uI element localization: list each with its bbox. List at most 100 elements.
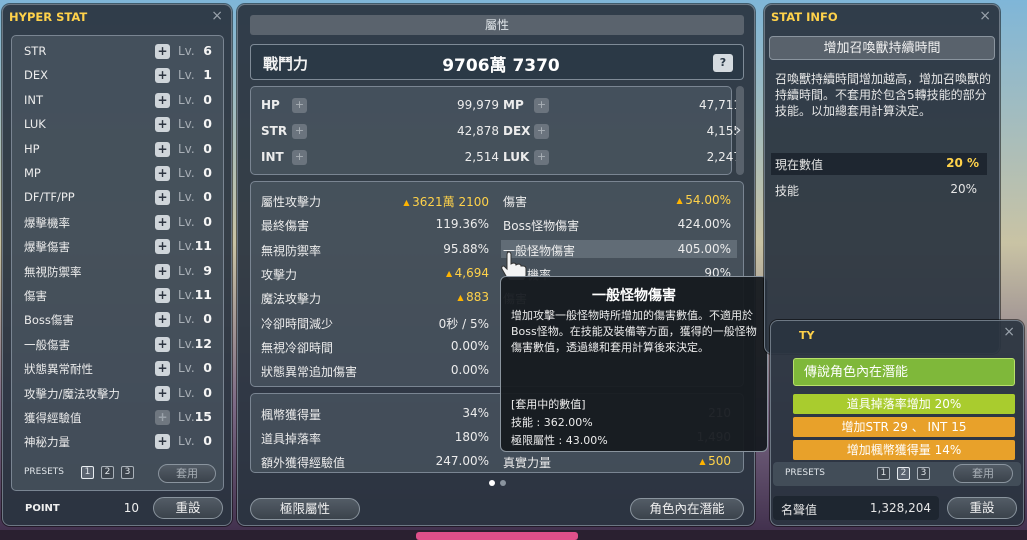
base-stat-label: INT bbox=[261, 150, 284, 164]
preset-1-button[interactable]: 1 bbox=[877, 467, 890, 480]
plus-icon[interactable]: + bbox=[155, 141, 170, 157]
preset-3-button[interactable]: 3 bbox=[917, 467, 930, 480]
combat-stat-value: 0.00% bbox=[450, 363, 489, 378]
tooltip-applied-header: [套用中的數值] bbox=[511, 398, 586, 411]
misc-stat-label: 額外獲得經驗值 bbox=[261, 456, 346, 470]
point-value: 10 bbox=[123, 501, 139, 515]
apply-preset-button[interactable]: 套用 bbox=[158, 464, 216, 483]
base-stat-value: 99,979 bbox=[457, 98, 499, 112]
hyper-stat-name: 爆擊傷害 bbox=[24, 240, 70, 255]
hyper-stat-level: 0 bbox=[203, 384, 212, 400]
inner-ability-button[interactable]: 角色內在潛能 bbox=[630, 498, 744, 520]
misc-stat-value: 34% bbox=[462, 406, 489, 420]
hyper-stat-title: HYPER STAT bbox=[9, 10, 88, 24]
hyper-stat-level: 0 bbox=[203, 360, 212, 376]
misc-stat-label: 真實力量 bbox=[503, 456, 552, 470]
hyper-stat-level: 0 bbox=[203, 116, 212, 132]
hyper-stat-level: 6 bbox=[203, 43, 212, 58]
base-stat-value: 2,247 bbox=[706, 150, 741, 164]
page-dot-active[interactable] bbox=[489, 480, 495, 486]
base-stat-label: DEX bbox=[503, 124, 531, 138]
preset-2-button[interactable]: 2 bbox=[101, 466, 114, 479]
combat-stat-label: Boss怪物傷害 bbox=[503, 219, 580, 234]
combat-stat-value: 0秒 / 5% bbox=[438, 316, 489, 331]
plus-icon[interactable]: + bbox=[155, 239, 170, 255]
page-dot[interactable] bbox=[500, 480, 506, 486]
ability-line-3: 增加楓幣獲得量 14% bbox=[793, 440, 1015, 460]
combat-stat-label: 魔法攻擊力 bbox=[261, 292, 322, 307]
plus-icon: + bbox=[292, 124, 307, 139]
plus-icon[interactable]: + bbox=[155, 288, 170, 303]
plus-icon[interactable]: + bbox=[155, 68, 170, 84]
preset-1-button[interactable]: 1 bbox=[81, 466, 94, 479]
hyper-stat-name: 狀態異常耐性 bbox=[24, 362, 93, 377]
plus-icon[interactable]: + bbox=[155, 410, 170, 425]
combat-stat-value: 405.00% bbox=[677, 241, 731, 256]
fame-label: 名聲值 bbox=[781, 503, 818, 517]
hyper-stat-name: Boss傷害 bbox=[24, 313, 74, 328]
close-icon[interactable]: × bbox=[1003, 324, 1015, 340]
inner-ability-title: TY bbox=[799, 329, 815, 342]
plus-icon[interactable]: + bbox=[155, 385, 170, 401]
hyper-stat-level: 0 bbox=[203, 140, 212, 156]
hyper-stat-name: 獲得經驗值 bbox=[24, 411, 82, 425]
misc-stat-value: 180% bbox=[454, 430, 489, 444]
apply-preset-button[interactable]: 套用 bbox=[953, 464, 1013, 483]
combat-stat-value: 95.88% bbox=[443, 241, 489, 256]
base-stat-label: STR bbox=[261, 124, 288, 138]
tooltip-description: 增加攻擊一般怪物時所增加的傷害數值。不適用於Boss怪物。在技能及裝備等方面，獲… bbox=[511, 309, 757, 354]
plus-icon: + bbox=[292, 150, 307, 165]
plus-icon[interactable]: + bbox=[155, 361, 170, 377]
tooltip-title: 一般怪物傷害 bbox=[592, 288, 676, 304]
plus-icon[interactable]: + bbox=[155, 92, 170, 108]
stat-info-panel: STAT INFO × 增加召喚獸持續時間 召喚獸持續時間增加越高，增加召喚獸的… bbox=[764, 4, 1000, 354]
tooltip: 一般怪物傷害 增加攻擊一般怪物時所增加的傷害數值。不適用於Boss怪物。在技能及… bbox=[500, 276, 768, 452]
combat-stat-label: 無視冷卻時間 bbox=[261, 340, 334, 355]
ultimate-stat-button[interactable]: 極限屬性 bbox=[250, 498, 360, 520]
combat-stat-value: 3621萬 2100 bbox=[361, 193, 489, 210]
skill-value: 20% bbox=[950, 182, 977, 196]
current-value-label: 現在數值 bbox=[775, 158, 824, 172]
plus-icon[interactable]: + bbox=[155, 263, 170, 279]
plus-icon: + bbox=[534, 150, 549, 165]
hyper-stat-name: 無視防禦率 bbox=[24, 264, 82, 279]
plus-icon: + bbox=[534, 98, 549, 113]
ability-line-1: 道具掉落率增加 20% bbox=[793, 394, 1015, 414]
plus-icon: + bbox=[534, 124, 549, 139]
close-icon[interactable]: × bbox=[979, 8, 991, 24]
stat-info-title: STAT INFO bbox=[771, 10, 838, 24]
help-button[interactable]: ? bbox=[713, 54, 733, 72]
combat-stat-label: 最終傷害 bbox=[261, 219, 310, 234]
plus-icon[interactable]: + bbox=[155, 214, 170, 230]
plus-icon[interactable]: + bbox=[155, 117, 170, 133]
preset-3-button[interactable]: 3 bbox=[121, 466, 134, 479]
hyper-stat-level: 0 bbox=[203, 165, 212, 180]
next-arrow-icon[interactable]: › bbox=[735, 120, 741, 139]
hyper-stat-name: INT bbox=[24, 92, 44, 107]
plus-icon[interactable]: + bbox=[155, 336, 170, 352]
combat-stat-label: 屬性攻擊力 bbox=[261, 195, 322, 209]
base-stat-value: 47,711 bbox=[699, 98, 741, 112]
hyper-stat-level: 9 bbox=[203, 262, 212, 278]
hyper-stat-level: 0 bbox=[203, 213, 212, 229]
hyper-stat-name: STR bbox=[24, 44, 47, 58]
ability-line-2: 增加STR 29 、 INT 15 bbox=[793, 417, 1015, 437]
hyper-stat-level: 15 bbox=[194, 409, 212, 424]
combat-stat-label: 無視防禦率 bbox=[261, 243, 322, 258]
misc-stat-value: 500 bbox=[611, 454, 731, 468]
skill-label: 技能 bbox=[775, 184, 800, 198]
plus-icon[interactable]: + bbox=[155, 434, 170, 450]
close-icon[interactable]: × bbox=[211, 8, 223, 24]
misc-stat-label: 楓幣獲得量 bbox=[261, 408, 322, 422]
reset-button[interactable]: 重設 bbox=[153, 497, 223, 519]
hyper-stat-list: STR + Lv. 6 DEX + Lv. 1 INT + Lv. 0 LUK + Lv. 0 HP + Lv. 0 M… bbox=[11, 35, 224, 491]
plus-icon[interactable]: + bbox=[155, 44, 170, 59]
plus-icon[interactable]: + bbox=[155, 166, 170, 181]
preset-2-button[interactable]: 2 bbox=[897, 467, 910, 480]
plus-icon[interactable]: + bbox=[155, 312, 170, 328]
combat-stat-label: 狀態異常追加傷害 bbox=[261, 365, 358, 380]
combat-stat-value: 424.00% bbox=[677, 217, 731, 232]
reset-button[interactable]: 重設 bbox=[947, 497, 1017, 519]
plus-icon[interactable]: + bbox=[155, 190, 170, 206]
base-stat-value: 2,514 bbox=[464, 150, 499, 164]
